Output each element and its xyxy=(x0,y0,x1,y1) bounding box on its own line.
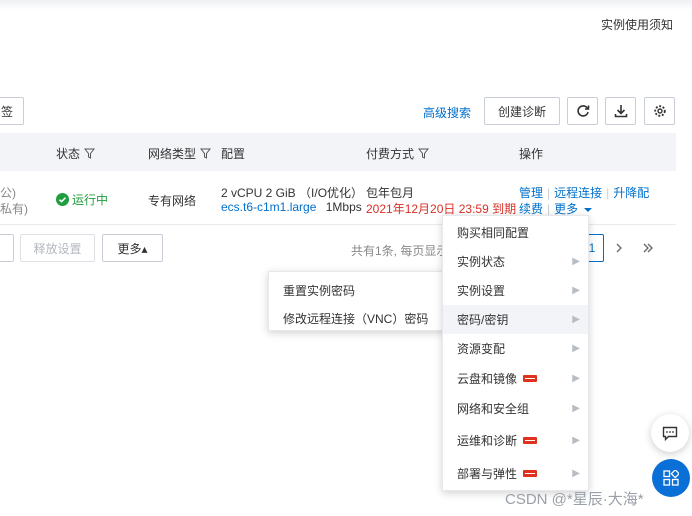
tag-button[interactable]: 签 xyxy=(0,97,24,125)
refresh-icon xyxy=(576,105,589,117)
modify-vnc-password-item[interactable]: 修改远程连接（VNC）密码 xyxy=(283,310,428,327)
new-badge-icon xyxy=(523,375,538,382)
upgrade-link[interactable]: 升降配 xyxy=(613,186,649,200)
chevron-right-icon: ▶ xyxy=(572,314,580,325)
config-type-line: ecs.t6-c1m1.large 1Mbps xyxy=(221,200,362,214)
menu-item-password-key[interactable]: 密码/密钥 ▶ xyxy=(443,305,588,334)
new-badge-icon xyxy=(523,470,538,477)
th-billing-label: 付费方式 xyxy=(366,147,415,161)
pagination-summary: 共有1条, 每页显示: xyxy=(351,244,452,258)
menu-item-label: 云盘和镜像 xyxy=(457,372,518,386)
th-config-label: 配置 xyxy=(221,147,246,161)
ip-public: 公) xyxy=(0,186,16,200)
chevron-right-icon: ▶ xyxy=(572,403,580,414)
page-number: 1 xyxy=(588,241,596,255)
advanced-search-link[interactable]: 高级搜索 xyxy=(423,104,471,121)
last-page-button[interactable] xyxy=(633,234,663,262)
refresh-button[interactable] xyxy=(567,97,598,125)
more-actions-link[interactable]: 更多 xyxy=(554,202,578,216)
more-actions-menu: 购买相同配置 实例状态 ▶ 实例设置 ▶ 密码/密钥 ▶ 资源变配 ▶ 云盘和镜… xyxy=(442,215,589,491)
chat-icon xyxy=(662,426,678,441)
menu-item-label: 购买相同配置 xyxy=(457,226,530,240)
gear-icon xyxy=(653,105,666,117)
status-text: 运行中 xyxy=(72,193,109,207)
release-settings-label: 释放设置 xyxy=(33,241,82,256)
apps-float-button[interactable] xyxy=(652,459,690,497)
chevron-right-icon: ▶ xyxy=(572,468,580,479)
billing-method: 包年包月 xyxy=(366,186,415,200)
th-network-label: 网络类型 xyxy=(148,147,197,161)
top-shadow xyxy=(0,0,692,10)
chevron-right-icon: ▶ xyxy=(572,435,580,446)
divider: | xyxy=(547,202,551,216)
tag-button-label: 签 xyxy=(1,104,14,119)
batch-more-label: 更多▴ xyxy=(117,241,148,256)
release-settings-button[interactable]: 释放设置 xyxy=(20,234,95,262)
menu-item-instance-settings[interactable]: 实例设置 ▶ xyxy=(443,276,588,305)
chevron-right-icon: ▶ xyxy=(572,256,580,267)
chevron-right-icon: ▶ xyxy=(572,373,580,384)
menu-item-label: 运维和诊断 xyxy=(457,434,518,448)
menu-item-disk-image[interactable]: 云盘和镜像 ▶ xyxy=(443,364,588,393)
new-badge-icon xyxy=(523,437,538,444)
menu-item-label: 部署与弹性 xyxy=(457,467,518,481)
download-icon xyxy=(614,105,627,118)
instance-usage-notice-link[interactable]: 实例使用须知 xyxy=(601,16,673,33)
th-actions-label: 操作 xyxy=(519,147,544,161)
remote-connect-link[interactable]: 远程连接 xyxy=(554,186,602,200)
create-diagnosis-button[interactable]: 创建诊断 xyxy=(484,97,560,125)
menu-item-instance-status[interactable]: 实例状态 ▶ xyxy=(443,247,588,276)
filter-icon[interactable] xyxy=(84,148,96,159)
batch-more-button[interactable]: 更多▴ xyxy=(102,234,163,262)
password-submenu: 重置实例密码 修改远程连接（VNC）密码 xyxy=(268,271,446,331)
settings-button[interactable] xyxy=(644,97,675,125)
filter-icon[interactable] xyxy=(418,148,430,159)
table-header xyxy=(0,133,676,171)
th-billing[interactable]: 付费方式 xyxy=(366,145,430,162)
filter-icon[interactable] xyxy=(200,148,212,159)
caret-down-icon xyxy=(583,208,592,212)
chevron-right-icon xyxy=(616,243,622,253)
double-chevron-right-icon xyxy=(643,243,653,253)
menu-item-label: 网络和安全组 xyxy=(457,402,530,416)
th-status[interactable]: 状态 xyxy=(56,145,96,162)
menu-item-buy-same-config[interactable]: 购买相同配置 xyxy=(443,218,588,247)
th-status-label: 状态 xyxy=(56,147,81,161)
chevron-right-icon: ▶ xyxy=(572,285,580,296)
menu-item-deploy-elastic[interactable]: 部署与弹性 ▶ xyxy=(443,459,588,488)
check-circle-icon xyxy=(56,193,69,206)
action-links-row1: 管理 | 远程连接 | 升降配 xyxy=(519,184,649,201)
reset-instance-password-item[interactable]: 重置实例密码 xyxy=(283,282,355,299)
ip-private: 私有) xyxy=(0,202,28,216)
next-page-button[interactable] xyxy=(604,234,634,262)
create-diagnosis-label: 创建诊断 xyxy=(497,104,546,119)
feedback-float-button[interactable] xyxy=(651,414,689,452)
th-config: 配置 xyxy=(221,145,245,162)
menu-item-label: 实例设置 xyxy=(457,284,506,298)
config-spec: 2 vCPU 2 GiB （I/O优化） xyxy=(221,186,364,200)
apps-grid-icon xyxy=(663,470,679,486)
renew-link[interactable]: 续费 xyxy=(519,202,543,216)
watermark: CSDN @*星辰·大海* xyxy=(505,491,644,508)
menu-item-label: 实例状态 xyxy=(457,255,506,269)
menu-item-ops-diagnosis[interactable]: 运维和诊断 ▶ xyxy=(443,426,588,455)
menu-item-network-security[interactable]: 网络和安全组 ▶ xyxy=(443,394,588,423)
batch-button-partial[interactable] xyxy=(0,234,14,262)
menu-item-label: 资源变配 xyxy=(457,342,506,356)
divider: | xyxy=(547,186,551,200)
bandwidth: 1Mbps xyxy=(325,200,362,214)
export-button[interactable] xyxy=(605,97,636,125)
th-actions: 操作 xyxy=(519,145,543,162)
menu-item-resource-change[interactable]: 资源变配 ▶ xyxy=(443,334,588,363)
th-network-type[interactable]: 网络类型 xyxy=(148,145,212,162)
status-badge: 运行中 xyxy=(56,191,108,208)
manage-link[interactable]: 管理 xyxy=(519,186,543,200)
instance-type-link[interactable]: ecs.t6-c1m1.large xyxy=(221,200,316,214)
chevron-right-icon: ▶ xyxy=(572,343,580,354)
menu-item-label: 密码/密钥 xyxy=(457,313,509,327)
divider: | xyxy=(606,186,610,200)
network-type: 专有网络 xyxy=(148,194,197,208)
